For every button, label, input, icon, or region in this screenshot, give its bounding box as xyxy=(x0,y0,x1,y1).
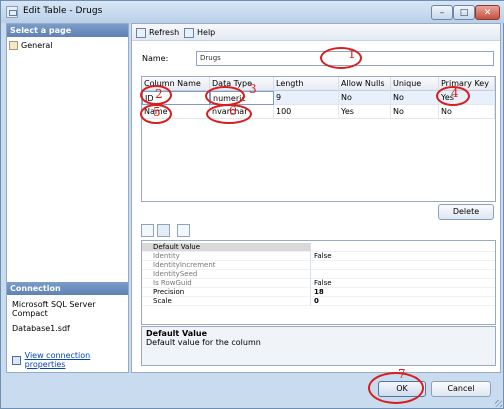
alphabetical-icon[interactable] xyxy=(157,224,170,237)
length-cell[interactable]: 9 xyxy=(274,91,339,105)
property-value[interactable]: 18 xyxy=(311,288,495,297)
database-name: Database1.sdf xyxy=(12,324,70,333)
column-header[interactable]: Allow Nulls xyxy=(339,77,391,91)
help-icon xyxy=(184,27,194,38)
property-row[interactable]: Identity False xyxy=(142,252,495,261)
refresh-icon xyxy=(136,27,146,38)
length-cell[interactable]: 100 xyxy=(274,105,339,119)
property-toolbar xyxy=(141,224,201,238)
properties-icon xyxy=(12,355,21,365)
primary-key-cell[interactable]: No xyxy=(439,105,495,119)
allow-nulls-cell[interactable]: Yes xyxy=(339,105,391,119)
view-connection-properties-link[interactable]: View connection properties xyxy=(12,351,128,369)
annotation-circle xyxy=(205,86,245,106)
annotation-circle xyxy=(320,47,362,69)
property-grid: Default Value Identity False IdentityInc… xyxy=(141,240,496,325)
property-description: Default Value Default value for the colu… xyxy=(141,326,496,366)
connection-header: Connection xyxy=(7,282,128,295)
unique-cell[interactable]: No xyxy=(391,105,439,119)
annotation-number: 3 xyxy=(249,82,257,96)
property-name: Default Value xyxy=(142,243,311,252)
property-value[interactable]: False xyxy=(311,279,495,288)
allow-nulls-cell[interactable]: No xyxy=(339,91,391,105)
right-pane: Refresh Help Name: Drugs Column Name Dat… xyxy=(131,23,501,373)
property-name: Scale xyxy=(142,297,311,306)
toolbar: Refresh Help xyxy=(132,24,500,41)
annotation-circle xyxy=(368,372,424,404)
description-title: Default Value xyxy=(146,329,208,338)
property-name: Is RowGuid xyxy=(142,279,311,288)
property-row[interactable]: Default Value xyxy=(142,243,495,252)
property-value[interactable]: False xyxy=(311,252,495,261)
page-item-label: General xyxy=(21,40,53,50)
minimize-button[interactable]: – xyxy=(431,5,453,20)
table-row[interactable]: Name nvarchar 100 Yes No No xyxy=(142,105,495,119)
annotation-number: 6 xyxy=(229,104,237,118)
refresh-label: Refresh xyxy=(149,28,180,37)
maximize-button[interactable]: □ xyxy=(453,5,475,20)
connection-link-label: View connection properties xyxy=(24,351,91,369)
window-title: Edit Table - Drugs xyxy=(23,6,103,16)
server-name: Microsoft SQL Server Compact xyxy=(12,300,96,318)
property-name: IdentityIncrement xyxy=(142,261,311,270)
categorized-icon[interactable] xyxy=(141,224,154,237)
unique-cell[interactable]: No xyxy=(391,91,439,105)
title-bar[interactable]: Edit Table - Drugs – □ ✕ xyxy=(1,1,504,23)
property-row[interactable]: IdentityIncrement xyxy=(142,261,495,270)
edit-table-window: Edit Table - Drugs – □ ✕ Select a page G… xyxy=(0,0,504,409)
help-button[interactable]: Help xyxy=(184,26,215,39)
page-icon xyxy=(9,40,18,50)
annotation-number: 2 xyxy=(155,87,163,101)
property-row[interactable]: Scale 0 xyxy=(142,297,495,306)
select-page-header: Select a page xyxy=(7,24,128,37)
annotation-number: 7 xyxy=(398,367,406,381)
resize-grip[interactable] xyxy=(493,398,503,408)
property-name: IdentitySeed xyxy=(142,270,311,279)
cancel-button[interactable]: Cancel xyxy=(431,381,491,397)
annotation-number: 1 xyxy=(348,47,356,61)
property-row[interactable]: Precision 18 xyxy=(142,288,495,297)
help-label: Help xyxy=(197,28,216,37)
property-name: Identity xyxy=(142,252,311,261)
description-text: Default value for the column xyxy=(146,338,261,347)
annotation-number: 5 xyxy=(153,105,161,119)
column-header[interactable]: Unique xyxy=(391,77,439,91)
annotation-number: 4 xyxy=(451,86,459,100)
property-row[interactable]: IdentitySeed xyxy=(142,270,495,279)
refresh-button[interactable]: Refresh xyxy=(136,26,179,39)
property-row[interactable]: Is RowGuid False xyxy=(142,279,495,288)
name-label: Name: xyxy=(142,54,169,63)
delete-button[interactable]: Delete xyxy=(438,204,494,220)
property-name: Precision xyxy=(142,288,311,297)
page-item-general[interactable]: General xyxy=(9,39,53,51)
property-value[interactable]: 0 xyxy=(311,297,495,306)
close-button[interactable]: ✕ xyxy=(475,5,500,20)
column-header[interactable]: Length xyxy=(274,77,339,91)
property-pages-icon[interactable] xyxy=(177,224,190,237)
property-value[interactable] xyxy=(311,270,495,279)
property-value[interactable] xyxy=(311,261,495,270)
left-pane: Select a page General Connection Microso… xyxy=(6,23,129,373)
property-value[interactable] xyxy=(311,243,495,252)
table-icon xyxy=(6,6,18,18)
